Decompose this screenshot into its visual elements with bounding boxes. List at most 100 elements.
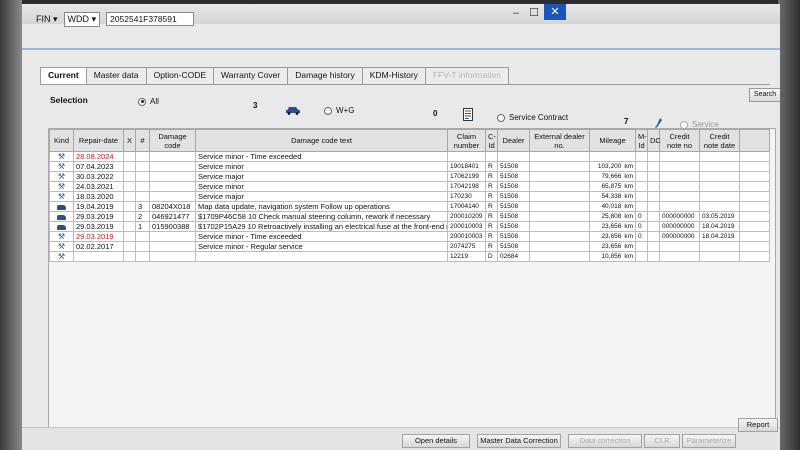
minimize-icon[interactable]: – <box>510 7 522 19</box>
wdd-dropdown[interactable]: WDD ▾ <box>63 11 101 27</box>
col-credit-note-date[interactable]: Credit note date <box>699 129 740 152</box>
row-num <box>135 241 150 252</box>
row-mid: 0 <box>635 221 648 232</box>
row-code <box>149 161 196 172</box>
parameterize-button[interactable]: Parameterize <box>682 434 736 448</box>
row-dealer: 51508 <box>497 241 530 252</box>
row-kind-cell <box>49 211 74 222</box>
row-filler <box>739 181 770 192</box>
search-button[interactable]: Search <box>749 88 780 102</box>
monitor-bezel-left <box>0 0 22 450</box>
mileage-value: 103,200 <box>597 163 622 170</box>
row-text: Service minor - Time exceeded <box>195 151 448 162</box>
row-kind-cell: ⚒ <box>49 151 74 162</box>
row-ext <box>529 231 590 242</box>
col-dealer[interactable]: Dealer <box>497 129 530 152</box>
row-x <box>123 191 136 202</box>
row-mileage: 10,856 km <box>589 251 636 262</box>
row-mid: 0 <box>635 231 648 242</box>
monitor-bezel-right <box>778 0 800 450</box>
table-row[interactable]: ⚒ 02.02.2017 Service minor - Regular servi… <box>49 241 770 252</box>
col-x[interactable]: X <box>123 129 136 152</box>
mileage-unit: km <box>624 243 633 250</box>
row-mileage: 54,338 km <box>589 191 636 202</box>
filter-service-contract-radio[interactable]: Service Contract <box>497 113 568 122</box>
row-date: 30.03.2022 <box>73 171 124 182</box>
row-cat: R <box>485 191 498 202</box>
tab-current[interactable]: Current <box>40 67 87 85</box>
row-cat: R <box>485 171 498 182</box>
row-dealer: 51508 <box>497 231 530 242</box>
wrench-icon: ⚒ <box>57 172 66 181</box>
vin-input[interactable]: 2052541F378591 <box>106 12 195 26</box>
tab-option-code[interactable]: Option-CODE <box>145 67 215 85</box>
close-icon[interactable]: ✕ <box>544 4 566 20</box>
tab-warranty-cover[interactable]: Warranty Cover <box>213 67 289 85</box>
row-dealer: 51508 <box>497 171 530 182</box>
col-damage-code[interactable]: Damage code <box>149 129 196 152</box>
col-num[interactable]: # <box>135 129 150 152</box>
open-details-button[interactable]: Open details <box>402 434 470 448</box>
row-dealer: 02684 <box>497 251 530 262</box>
tab-master-data[interactable]: Master data <box>85 67 147 85</box>
row-ext <box>529 161 590 172</box>
filter-wg-radio[interactable]: W+G <box>324 106 354 115</box>
row-kind-cell: ⚒ <box>49 251 74 262</box>
row-credit-date <box>699 181 740 192</box>
row-num: 3 <box>135 201 150 212</box>
row-dealer: 51508 <box>497 191 530 202</box>
table-row[interactable]: ⚒ 28.08.2024 Service minor - Time exceeded <box>49 151 770 162</box>
row-code <box>149 241 196 252</box>
col-credit-note-no[interactable]: Credit note no <box>659 129 700 152</box>
row-ext <box>529 221 590 232</box>
table-row[interactable]: 29.03.2019 2 046921477 $1709P46C58 10 Check… <box>49 211 770 222</box>
mileage-value: 25,808 <box>601 213 622 220</box>
tab-ffv-t-information[interactable]: FFV-T information <box>424 67 509 85</box>
clr-button[interactable]: CLR <box>644 434 680 448</box>
table-row[interactable]: 29.03.2019 1 015900388 $1702P15A29 10 Retro… <box>49 221 770 232</box>
col-c-id[interactable]: C-Id <box>485 129 498 152</box>
col-repair-date[interactable]: Repair-date <box>73 129 124 152</box>
row-text: Service minor <box>195 181 448 192</box>
maximize-icon[interactable]: ☐ <box>528 7 540 19</box>
fin-dropdown[interactable]: FIN ▾ <box>36 14 58 25</box>
col-dc[interactable]: DC <box>647 129 661 152</box>
mileage-unit: km <box>624 183 633 190</box>
table-row[interactable]: ⚒ 24.03.2021 Service minor 17042198 R 51508 65… <box>49 181 770 192</box>
mileage-value: 10,856 <box>601 253 622 260</box>
wrench-icon: ⚒ <box>57 242 66 251</box>
row-date: 24.03.2021 <box>73 181 124 192</box>
col-external-dealer[interactable]: External dealer no. <box>529 129 590 152</box>
report-button[interactable]: Report <box>738 418 778 432</box>
row-credit-no <box>659 181 700 192</box>
col-claim-number[interactable]: Claim number <box>447 129 486 152</box>
row-filler <box>739 231 770 242</box>
data-correction-button[interactable]: Data correction <box>568 434 642 448</box>
filter-all-radio[interactable]: All <box>138 97 159 106</box>
row-text: Service minor - Regular service <box>195 241 448 252</box>
row-cat: R <box>485 241 498 252</box>
master-data-correction-button[interactable]: Master Data Correction <box>477 434 561 448</box>
col-mileage[interactable]: Mileage <box>589 129 636 152</box>
tab-kdm-history[interactable]: KDM-History <box>361 67 426 85</box>
vehicle-id-row: FIN ▾ WDD ▾ 2052541F378591 <box>36 10 195 28</box>
table-row[interactable]: 19.04.2019 3 08204X018 Map data update, nav… <box>49 201 770 212</box>
row-x <box>123 171 136 182</box>
row-mid <box>635 181 648 192</box>
table-row[interactable]: ⚒ 12219 D 02684 10,856 km <box>49 251 770 262</box>
tab-damage-history[interactable]: Damage history <box>287 67 363 85</box>
row-dealer: 51508 <box>497 181 530 192</box>
col-kind[interactable]: Kind <box>49 129 74 152</box>
row-credit-no: 000000000 <box>659 221 700 232</box>
row-text: $1702P15A29 10 Retroactively installing … <box>195 221 448 232</box>
mileage-value: 54,338 <box>601 193 622 200</box>
table-row[interactable]: ⚒ 07.04.2023 Service minor 19018401 R 51508 10… <box>49 161 770 172</box>
row-kind-cell: ⚒ <box>49 161 74 172</box>
row-cat: R <box>485 181 498 192</box>
table-row[interactable]: ⚒ 18.03.2020 Service major 170230 R 51508 54,3… <box>49 191 770 202</box>
row-dealer: 51508 <box>497 201 530 212</box>
col-damage-code-text[interactable]: Damage code text <box>195 129 448 152</box>
table-row[interactable]: ⚒ 30.03.2022 Service major 17062199 R 51508 79… <box>49 171 770 182</box>
table-row[interactable]: ⚒ 29.03.2019 Service minor - Time exceeded… <box>49 231 770 242</box>
col-m-id[interactable]: M-Id <box>635 129 648 152</box>
